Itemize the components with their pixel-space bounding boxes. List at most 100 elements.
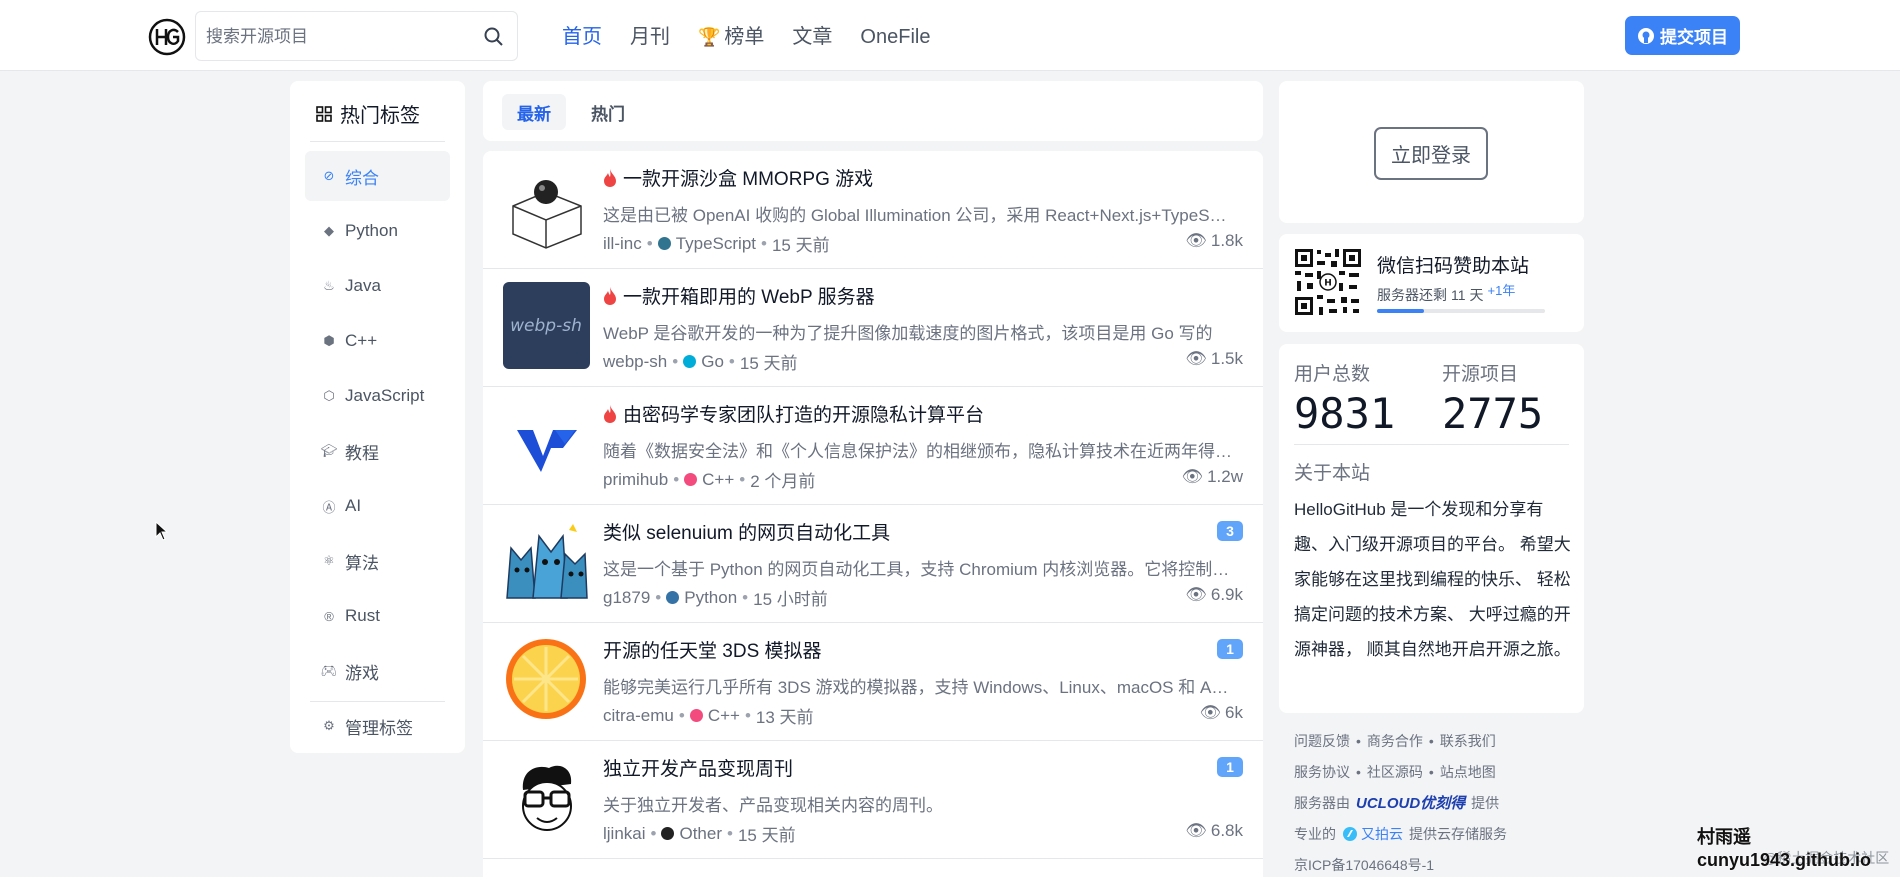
server-suffix: 提供	[1471, 794, 1500, 811]
project-thumbnail	[503, 754, 590, 841]
project-author[interactable]: g1879	[603, 588, 650, 608]
sidebar-item-javascript[interactable]: ⬡ JavaScript	[305, 371, 450, 421]
add-year-link[interactable]: +1年	[1488, 280, 1516, 299]
footer-link-source[interactable]: 社区源码	[1367, 762, 1423, 782]
footer-storage-row: 专业的 又拍云 提供云存储服务	[1294, 818, 1594, 849]
feed-item[interactable]: 由密码学专家团队打造的开源隐私计算平台 随着《数据安全法》和《个人信息保护法》的…	[483, 387, 1263, 505]
eye-icon: 👁︎	[1185, 349, 1207, 368]
upyun-icon	[1343, 826, 1357, 841]
separator: •	[650, 823, 657, 843]
sidebar-item-rust[interactable]: ® Rust	[305, 591, 450, 641]
feed-item[interactable]: 类似 selenuium 的网页自动化工具 3 这是一个基于 Python 的网…	[483, 505, 1263, 623]
nav-article[interactable]: 文章	[792, 22, 832, 52]
search-box[interactable]	[195, 11, 518, 61]
login-button[interactable]: 立即登录	[1374, 127, 1488, 180]
hellogithub-logo[interactable]	[148, 18, 186, 56]
project-time: 15 天前	[737, 826, 796, 845]
footer-server-row: 服务器由 UCLOUD优刻得 提供	[1294, 787, 1594, 818]
watermark: 村雨遥 cunyu1943.github.io	[1697, 826, 1871, 872]
feed-item[interactable]: 一款开源沙盒 MMORPG 游戏 这是由已被 OpenAI 收购的 Global…	[483, 151, 1263, 269]
separator: •	[1428, 732, 1434, 749]
users-count: 9831	[1294, 389, 1396, 438]
mouse-cursor-icon	[155, 521, 169, 541]
footer-link-contact[interactable]: 联系我们	[1440, 731, 1496, 751]
eye-icon: 👁︎	[1185, 231, 1207, 250]
project-meta: ill-inc • TypeScript • 15 天前	[603, 231, 830, 256]
project-description: 这是由已被 OpenAI 收购的 Global Illumination 公司，…	[603, 206, 1233, 225]
top-header: 首页 月刊 🏆榜单 文章 OneFile 提交项目	[0, 0, 1900, 71]
separator: •	[1356, 732, 1361, 749]
search-input[interactable]	[206, 24, 466, 50]
login-card: 立即登录	[1279, 81, 1584, 223]
project-author[interactable]: webp-sh	[603, 352, 667, 372]
submit-label: 提交项目	[1660, 28, 1728, 47]
sidebar-item-ai[interactable]: Ⓐ AI	[305, 481, 450, 531]
submit-project-button[interactable]: 提交项目	[1625, 16, 1740, 55]
project-time: 15 小时前	[753, 590, 828, 609]
project-language: Python	[684, 587, 738, 607]
site-footer: 问题反馈 • 商务合作 • 联系我们 服务协议 • 社区源码 • 站点地图 服务器由 U…	[1294, 725, 1594, 877]
project-title[interactable]: 开源的任天堂 3DS 模拟器	[603, 636, 822, 663]
projects-label: 开源项目	[1442, 364, 1519, 385]
project-description: 这是一个基于 Python 的网页自动化工具，支持 Chromium 内核浏览器…	[603, 560, 1233, 579]
project-author[interactable]: primihub	[603, 470, 668, 490]
sidebar-item-tutorial[interactable]: 🎓︎ 教程	[305, 426, 450, 476]
sidebar-item-cpp[interactable]: ⬢ C++	[305, 316, 450, 366]
search-icon[interactable]	[483, 26, 505, 48]
nav-home[interactable]: 首页	[562, 22, 602, 52]
sidebar-item-all[interactable]: ⊘ 综合	[305, 151, 450, 201]
tab-latest[interactable]: 最新	[502, 94, 566, 130]
upyun-logo[interactable]: 又拍云	[1342, 824, 1403, 844]
project-title[interactable]: 独立开发产品变现周刊	[603, 754, 793, 781]
project-title-text: 由密码学专家团队打造的开源隐私计算平台	[623, 405, 985, 426]
project-language: Other	[679, 823, 723, 843]
project-description: 能够完美运行几乎所有 3DS 游戏的模拟器，支持 Windows、Linux、m…	[603, 678, 1233, 697]
server-remaining-suffix: 天	[1469, 287, 1484, 303]
server-remaining: 服务器还剩 11 天 +1年	[1377, 283, 1515, 305]
footer-link-terms[interactable]: 服务协议	[1294, 762, 1350, 782]
footer-link-sitemap[interactable]: 站点地图	[1440, 762, 1496, 782]
footer-links-row: 服务协议 • 社区源码 • 站点地图	[1294, 756, 1594, 787]
eye-icon: 👁︎	[1199, 703, 1222, 722]
rust-icon: ®	[324, 608, 334, 624]
nav-onefile[interactable]: OneFile	[860, 22, 930, 52]
feed-item[interactable]: 独立开发产品变现周刊 1 关于独立开发者、产品变现相关内容的周刊。 ljinka…	[483, 741, 1263, 859]
project-views: 👁︎ 1.8k	[1185, 231, 1243, 251]
project-language: TypeScript	[675, 233, 756, 253]
footer-link-feedback[interactable]: 问题反馈	[1294, 731, 1350, 751]
project-title[interactable]: 一款开箱即用的 WebP 服务器	[603, 282, 875, 309]
svg-text:webp-sh: webp-sh	[510, 316, 582, 336]
sidebar-item-python[interactable]: ◆ Python	[305, 206, 450, 256]
tab-hot[interactable]: 热门	[576, 94, 640, 130]
footer-link-business[interactable]: 商务合作	[1367, 731, 1423, 751]
sidebar-item-game[interactable]: 🎮︎ 游戏	[305, 646, 450, 696]
upyun-label: 又拍云	[1361, 825, 1403, 842]
algorithm-icon: ⚛	[323, 553, 335, 568]
project-author[interactable]: ill-inc	[603, 234, 642, 254]
separator: •	[742, 587, 749, 607]
footer-links-row: 问题反馈 • 商务合作 • 联系我们	[1294, 725, 1594, 756]
sidebar-item-label: JavaScript	[345, 386, 425, 405]
feed-item[interactable]: webp-sh 一款开箱即用的 WebP 服务器 WebP 是谷歌开发的一种为了…	[483, 269, 1263, 387]
nav-monthly[interactable]: 月刊	[630, 22, 670, 52]
manage-tags-button[interactable]: ⚙ 管理标签	[305, 701, 450, 751]
flame-icon	[604, 404, 616, 423]
icp-link[interactable]: 京ICP备17046648号-1	[1294, 855, 1434, 875]
project-views: 👁︎ 6k	[1199, 703, 1243, 723]
sidebar-item-algorithm[interactable]: ⚛ 算法	[305, 536, 450, 586]
ucloud-logo[interactable]: UCLOUD优刻得	[1356, 792, 1465, 813]
separator: •	[1428, 763, 1434, 780]
project-author[interactable]: citra-emu	[603, 706, 674, 726]
feed-item[interactable]: 开源的任天堂 3DS 模拟器 1 能够完美运行几乎所有 3DS 游戏的模拟器，支…	[483, 623, 1263, 741]
ai-icon: Ⓐ	[322, 499, 336, 515]
project-title[interactable]: 一款开源沙盒 MMORPG 游戏	[603, 164, 873, 191]
trophy-icon: 🏆	[698, 27, 721, 47]
nav-rank[interactable]: 🏆 榜单	[698, 22, 764, 52]
sidebar-item-java[interactable]: ♨ Java	[305, 261, 450, 311]
project-title[interactable]: 类似 selenuium 的网页自动化工具	[603, 518, 890, 545]
cpp-icon: ⬢	[323, 333, 335, 348]
project-thumbnail	[503, 400, 590, 487]
project-time: 13 天前	[755, 708, 814, 727]
project-author[interactable]: ljinkai	[603, 824, 646, 844]
project-title[interactable]: 由密码学专家团队打造的开源隐私计算平台	[603, 400, 984, 427]
